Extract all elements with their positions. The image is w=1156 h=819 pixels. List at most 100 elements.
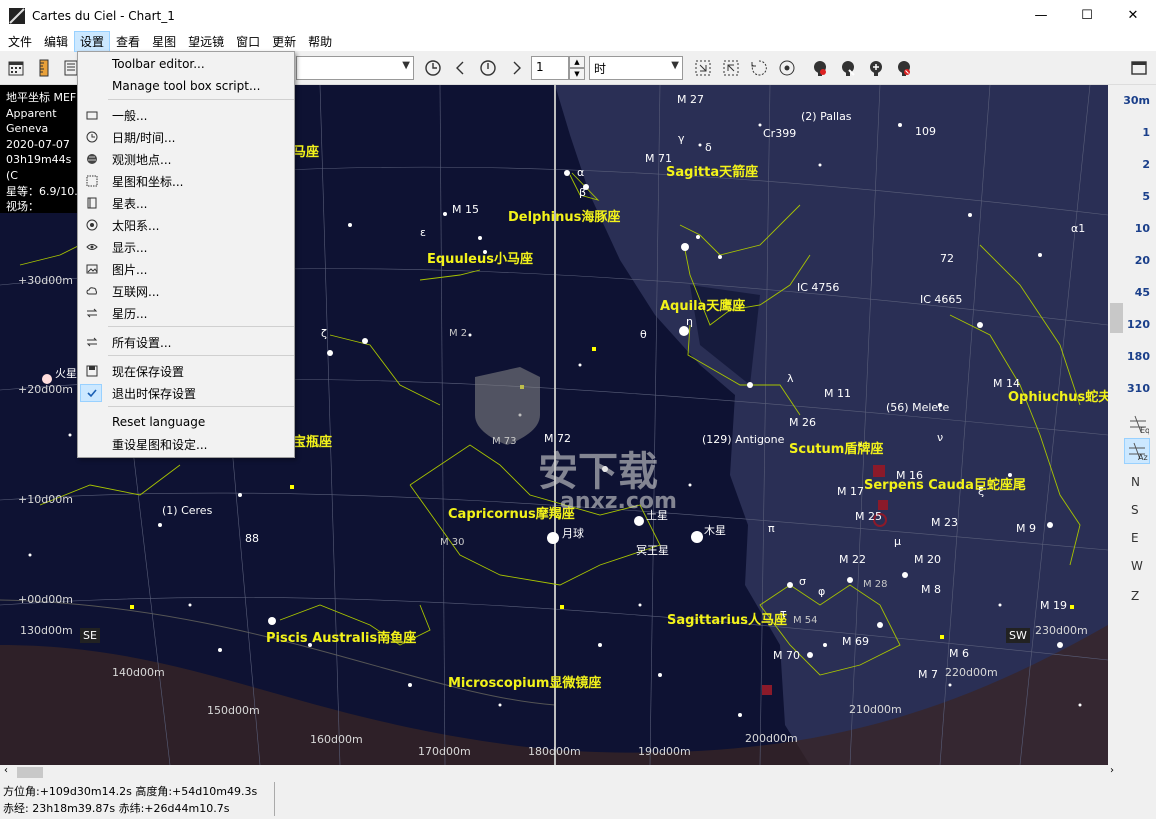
- constellation-label[interactable]: 宝瓶座: [293, 431, 332, 450]
- object-label[interactable]: M 2: [449, 328, 467, 339]
- center-icon[interactable]: [776, 57, 798, 79]
- object-label[interactable]: M 22: [839, 553, 866, 566]
- telescope-connect-icon[interactable]: [809, 57, 831, 79]
- maximize-button[interactable]: ☐: [1064, 0, 1110, 31]
- menu-file[interactable]: 文件: [2, 31, 38, 52]
- zoom-180[interactable]: 180: [1127, 350, 1150, 363]
- constellation-label[interactable]: Equuleus小马座: [427, 248, 533, 267]
- moon-label[interactable]: 月球: [562, 525, 584, 541]
- object-label[interactable]: M 28: [863, 579, 888, 590]
- menu-help[interactable]: 帮助: [302, 31, 338, 52]
- object-label[interactable]: M 14: [993, 377, 1020, 390]
- telescope-slew-icon[interactable]: [837, 57, 859, 79]
- object-label[interactable]: (1) Ceres: [162, 504, 212, 517]
- object-label[interactable]: M 20: [914, 553, 941, 566]
- menu-chart[interactable]: 星图: [146, 31, 182, 52]
- menu-general[interactable]: 一般...: [78, 104, 294, 126]
- object-label[interactable]: M 69: [842, 635, 869, 648]
- menu-window[interactable]: 窗口: [230, 31, 266, 52]
- window-layout-icon[interactable]: [1128, 57, 1150, 79]
- menu-solar-system[interactable]: 太阳系...: [78, 214, 294, 236]
- pluto-label[interactable]: 冥王星: [636, 542, 669, 558]
- zoom-5[interactable]: 5: [1142, 190, 1150, 203]
- object-label[interactable]: M 70: [773, 649, 800, 662]
- vertical-scrollbar-thumb[interactable]: [1110, 303, 1123, 333]
- object-search-combo[interactable]: ▼: [296, 56, 414, 80]
- zoom-310[interactable]: 310: [1127, 382, 1150, 395]
- time-now-icon[interactable]: [477, 57, 499, 79]
- telescope-abort-icon[interactable]: [893, 57, 915, 79]
- menu-all-settings[interactable]: 所有设置...: [78, 331, 294, 353]
- menu-reset-language[interactable]: Reset language: [78, 411, 294, 433]
- object-label[interactable]: M 27: [677, 93, 704, 106]
- jupiter-label[interactable]: 木星: [704, 522, 726, 538]
- zoom-out-icon[interactable]: [720, 57, 742, 79]
- mars-label[interactable]: 火星: [55, 365, 77, 381]
- zoom-120[interactable]: 120: [1127, 318, 1150, 331]
- object-label[interactable]: M 7: [918, 668, 938, 681]
- object-label[interactable]: M 30: [440, 537, 465, 548]
- equatorial-mode-icon[interactable]: Eq: [1126, 412, 1150, 436]
- direction-south[interactable]: S: [1131, 503, 1139, 517]
- menu-catalog[interactable]: 星表...: [78, 192, 294, 214]
- object-label[interactable]: M 25: [855, 510, 882, 523]
- menu-save-now[interactable]: 现在保存设置: [78, 360, 294, 382]
- direction-north[interactable]: N: [1131, 475, 1140, 489]
- zoom-in-icon[interactable]: [692, 57, 714, 79]
- object-label[interactable]: M 15: [452, 203, 479, 216]
- menu-view[interactable]: 查看: [110, 31, 146, 52]
- constellation-label[interactable]: Serpens Cauda巨蛇座尾: [864, 474, 1026, 493]
- menu-datetime[interactable]: 日期/时间...: [78, 126, 294, 148]
- menu-settings[interactable]: 设置: [74, 30, 111, 52]
- object-label[interactable]: M 8: [921, 583, 941, 596]
- close-button[interactable]: ✕: [1110, 0, 1156, 31]
- time-step-value[interactable]: 1: [531, 56, 569, 80]
- menu-display[interactable]: 显示...: [78, 236, 294, 258]
- object-label[interactable]: M 11: [824, 387, 851, 400]
- object-label[interactable]: M 17: [837, 485, 864, 498]
- zoom-10[interactable]: 10: [1135, 222, 1150, 235]
- altaz-mode-icon[interactable]: Az: [1124, 438, 1150, 464]
- object-label[interactable]: (2) Pallas: [801, 110, 852, 123]
- time-back-icon[interactable]: [450, 57, 472, 79]
- constellation-label[interactable]: Ophiuchus蛇夫: [1008, 386, 1108, 405]
- constellation-label[interactable]: Aquila天鹰座: [660, 295, 745, 314]
- constellation-label[interactable]: Sagitta天箭座: [666, 161, 758, 180]
- constellation-label[interactable]: 马座: [293, 141, 319, 160]
- clock-icon[interactable]: [422, 57, 444, 79]
- zoom-1[interactable]: 1: [1142, 126, 1150, 139]
- object-label[interactable]: IC 4756: [797, 281, 839, 294]
- menu-ephemeris[interactable]: 星历...: [78, 302, 294, 324]
- menu-save-on-exit[interactable]: 退出时保存设置: [78, 382, 294, 404]
- telescope-sync-icon[interactable]: [865, 57, 887, 79]
- menu-telescope[interactable]: 望远镜: [182, 31, 230, 52]
- spin-up-icon[interactable]: ▲: [569, 56, 585, 68]
- menu-reset-chart[interactable]: 重设星图和设定...: [78, 433, 294, 455]
- constellation-label[interactable]: Delphinus海豚座: [508, 206, 620, 225]
- horizontal-scrollbar-thumb[interactable]: [17, 767, 43, 778]
- object-label[interactable]: M 9: [1016, 522, 1036, 535]
- scroll-left-icon[interactable]: ‹: [4, 765, 8, 776]
- menu-observatory[interactable]: 观测地点...: [78, 148, 294, 170]
- direction-west[interactable]: W: [1131, 559, 1143, 573]
- zoom-20[interactable]: 20: [1135, 254, 1150, 267]
- menu-pictures[interactable]: 图片...: [78, 258, 294, 280]
- object-label[interactable]: M 54: [793, 615, 818, 626]
- constellation-label[interactable]: Scutum盾牌座: [789, 438, 883, 457]
- zoom-2[interactable]: 2: [1142, 158, 1150, 171]
- menu-toolbar-editor[interactable]: Toolbar editor...: [78, 53, 294, 75]
- direction-east[interactable]: E: [1131, 531, 1139, 545]
- object-label[interactable]: (129) Antigone: [702, 433, 784, 446]
- object-label[interactable]: M 26: [789, 416, 816, 429]
- object-label[interactable]: Cr399: [763, 127, 796, 140]
- time-unit-select[interactable]: 时 ▼: [589, 56, 683, 80]
- time-forward-icon[interactable]: [505, 57, 527, 79]
- constellation-label[interactable]: Piscis Australis南鱼座: [266, 627, 416, 646]
- object-label[interactable]: M 23: [931, 516, 958, 529]
- menu-internet[interactable]: 互联网...: [78, 280, 294, 302]
- time-step-spinner[interactable]: 1 ▲ ▼: [531, 56, 585, 80]
- object-label[interactable]: M 16: [896, 469, 923, 482]
- menu-update[interactable]: 更新: [266, 31, 302, 52]
- horizontal-scrollbar[interactable]: ‹ ›: [0, 765, 1114, 780]
- minimize-button[interactable]: —: [1018, 0, 1064, 31]
